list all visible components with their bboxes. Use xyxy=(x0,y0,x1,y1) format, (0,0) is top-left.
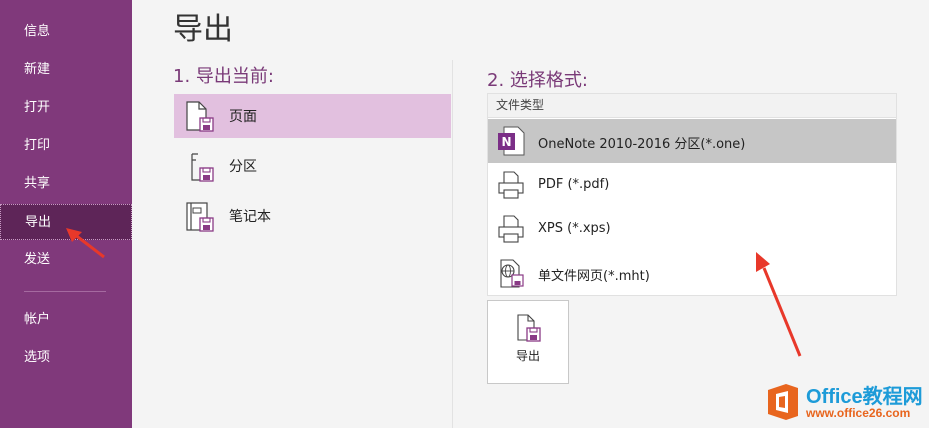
scope-item-section[interactable]: 分区 xyxy=(174,144,451,188)
scope-item-page[interactable]: 页面 xyxy=(174,94,451,138)
scope-item-notebook[interactable]: 笔记本 xyxy=(174,194,451,238)
backstage-sidebar: 信息 新建 打开 打印 共享 导出 发送 帐户 选项 xyxy=(0,0,132,428)
nav-divider xyxy=(24,291,106,292)
watermark-url: www.office26.com xyxy=(806,406,911,420)
format-item-xps[interactable]: XPS (*.xps) xyxy=(488,207,896,251)
nav-info[interactable]: 信息 xyxy=(0,14,132,50)
page-title: 导出 xyxy=(173,12,233,47)
onenote-icon: N xyxy=(496,125,526,161)
watermark: Office教程网 www.office26.com xyxy=(760,378,929,428)
annotation-arrow-icon xyxy=(756,252,802,357)
format-label: XPS (*.xps) xyxy=(538,221,611,236)
annotation-arrow-icon xyxy=(66,228,105,259)
format-label: PDF (*.pdf) xyxy=(538,177,610,192)
format-item-mht[interactable]: 单文件网页(*.mht) xyxy=(488,251,896,295)
scope-label: 笔记本 xyxy=(229,209,271,225)
nav-new[interactable]: 新建 xyxy=(0,52,132,88)
step2-heading: 2. 选择格式: xyxy=(487,70,588,91)
nav-open[interactable]: 打开 xyxy=(0,90,132,126)
watermark-title: Office教程网 xyxy=(806,386,923,408)
column-divider xyxy=(452,60,453,428)
nav-print[interactable]: 打印 xyxy=(0,128,132,164)
nav-options[interactable]: 选项 xyxy=(0,340,132,376)
format-label: 单文件网页(*.mht) xyxy=(538,269,650,284)
file-type-list: 文件类型 N OneNote 2010-2016 分区(*.one) PDF (… xyxy=(487,93,897,296)
scope-label: 页面 xyxy=(229,109,257,125)
export-button-label: 导出 xyxy=(515,349,540,363)
file-type-header: 文件类型 xyxy=(488,94,896,118)
page-icon xyxy=(184,100,216,138)
format-item-pdf[interactable]: PDF (*.pdf) xyxy=(488,163,896,207)
notebook-icon xyxy=(184,200,216,238)
format-item-onenote[interactable]: N OneNote 2010-2016 分区(*.one) xyxy=(488,119,896,163)
office-logo-icon xyxy=(764,382,802,426)
web-page-icon xyxy=(496,257,526,293)
scope-label: 分区 xyxy=(229,159,257,175)
step1-heading: 1. 导出当前: xyxy=(173,66,274,87)
section-icon xyxy=(184,150,216,188)
printer-icon xyxy=(496,169,526,205)
export-icon xyxy=(515,313,543,349)
nav-share[interactable]: 共享 xyxy=(0,166,132,202)
printer-icon xyxy=(496,213,526,249)
export-button[interactable]: 导出 xyxy=(487,300,569,384)
format-label: OneNote 2010-2016 分区(*.one) xyxy=(538,137,746,152)
svg-text:N: N xyxy=(501,135,511,149)
nav-account[interactable]: 帐户 xyxy=(0,302,132,338)
